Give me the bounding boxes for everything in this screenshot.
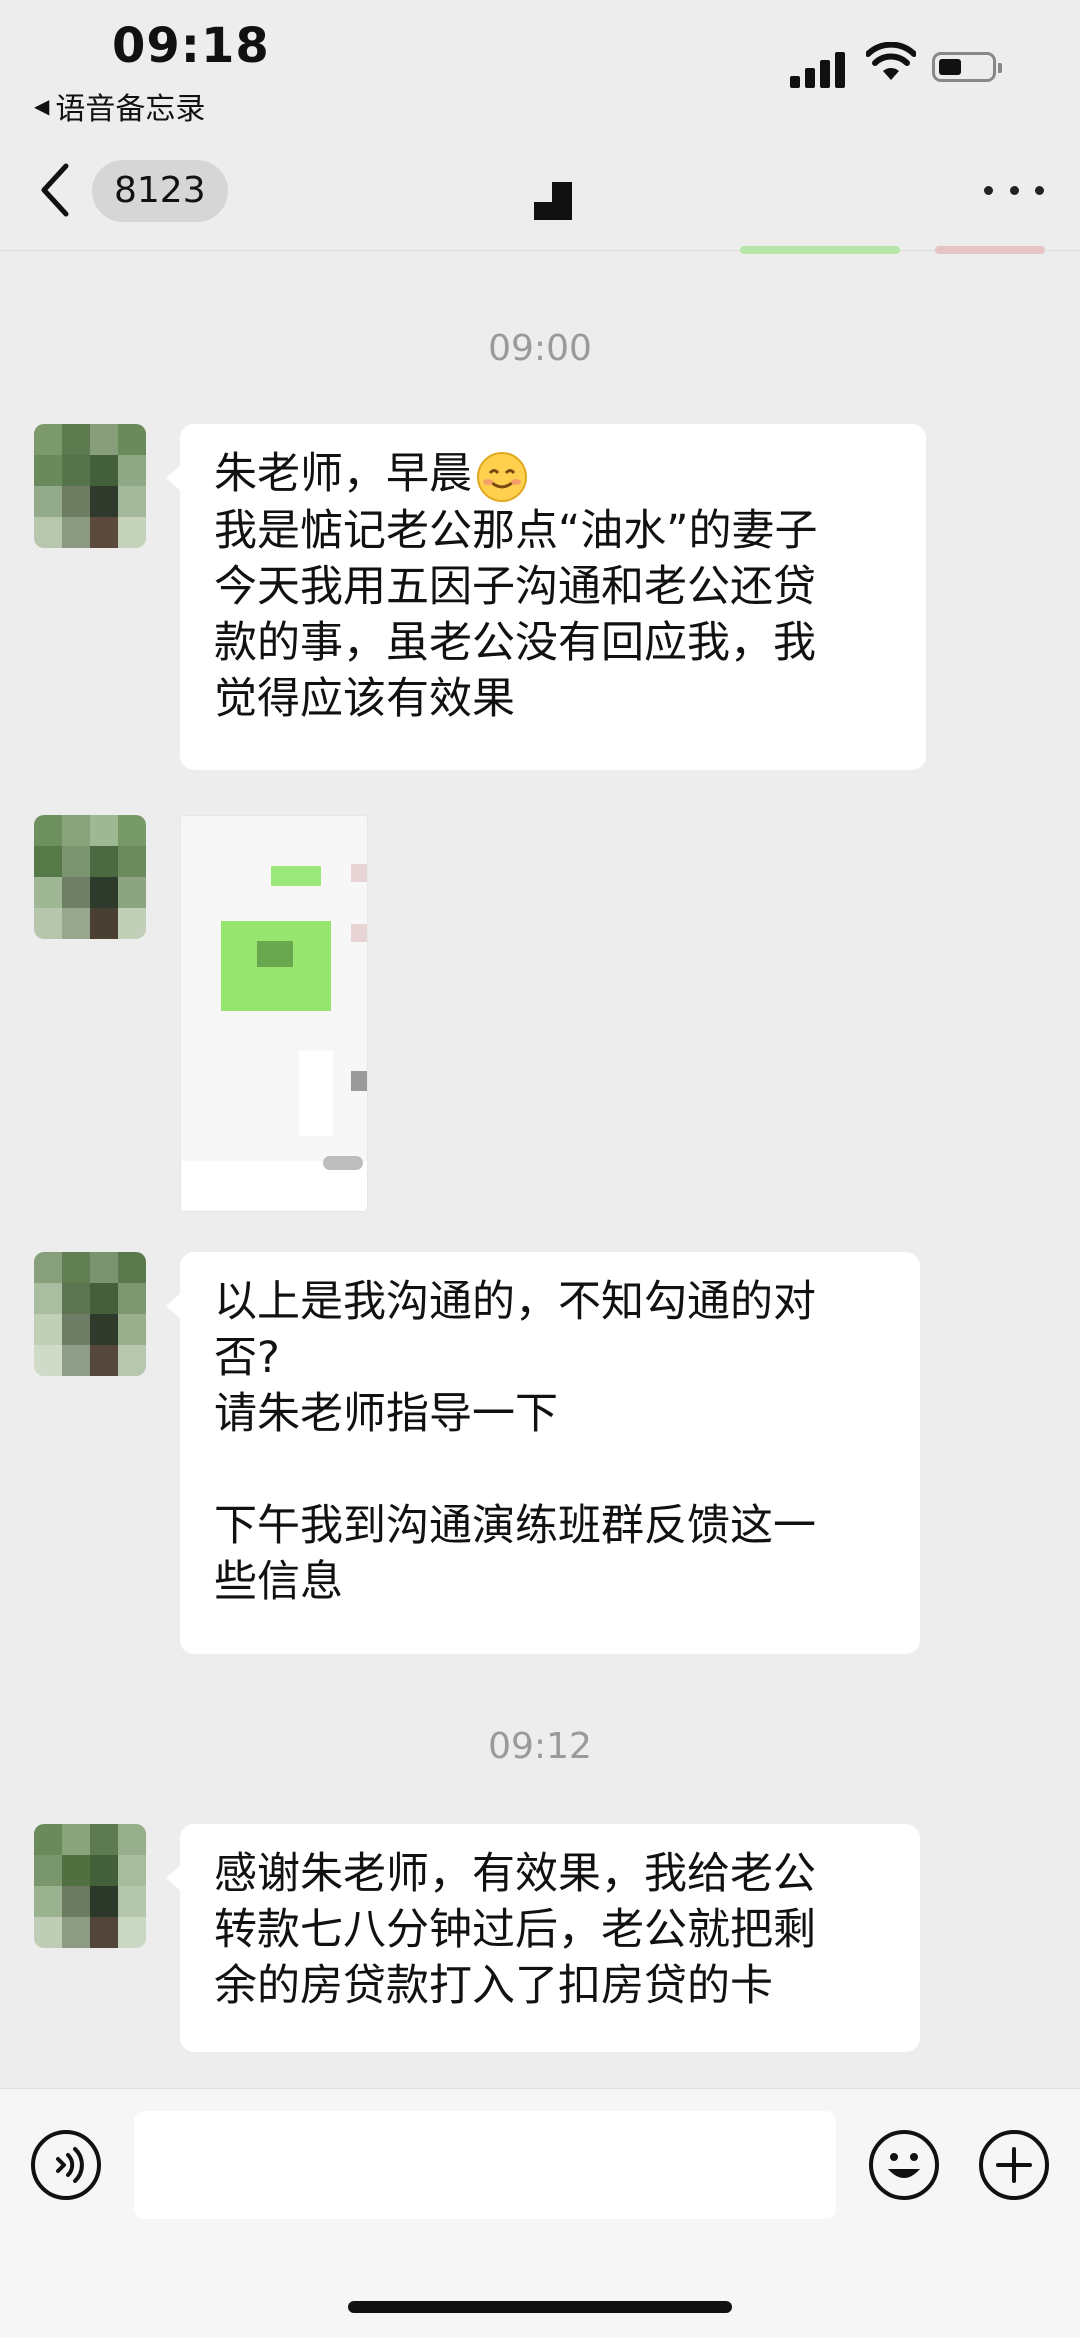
contact-avatar[interactable] [34,815,146,939]
message-line: 转款七八分钟过后，老公就把剩 [214,1905,816,1955]
message-line: 以上是我沟通的，不知勾通的对 [214,1277,816,1327]
message-line: 朱老师，早晨 [214,446,890,503]
message-bubble[interactable]: 朱老师，早晨 我是惦记老公那点“油水”的妻子 今天我用五因子沟通和老公还贷 款的… [166,424,926,770]
signal-icon [790,50,846,88]
clock: 09:18 [112,18,270,74]
message-line: 些信息 [214,1557,343,1607]
message-line: 今天我用五因子沟通和老公还贷 [214,561,816,612]
wifi-icon [866,42,916,80]
message-line: 款的事，虽老公没有回应我，我 [214,617,816,668]
back-triangle-icon: ◀ [34,94,50,118]
chat-header: 8123 [0,130,1080,251]
message-line: 请朱老师指导一下 [214,1389,558,1439]
back-chevron-icon[interactable] [36,160,76,220]
message-line: 我是惦记老公那点“油水”的妻子 [214,505,818,556]
contact-avatar[interactable] [34,424,146,548]
message-bubble[interactable]: 感谢朱老师，有效果，我给老公 转款七八分钟过后，老公就把剩 余的房贷款打入了扣房… [166,1824,920,2052]
message-line: 下午我到沟通演练班群反馈这一 [214,1501,816,1551]
contact-avatar[interactable] [34,1824,146,1948]
voice-icon[interactable] [30,2129,102,2201]
message-timestamp: 09:12 [488,1726,592,1767]
message-bubble[interactable]: 以上是我沟通的，不知勾通的对 否? 请朱老师指导一下 下午我到沟通演练班群反馈这… [166,1252,920,1654]
message-line: 余的房贷款打入了扣房贷的卡 [214,1961,773,2011]
image-message[interactable] [180,815,368,1212]
header-blur-strip [740,246,900,254]
unread-count-badge[interactable]: 8123 [92,160,228,222]
header-blur-strip [935,246,1045,254]
contact-avatar[interactable] [34,1252,146,1376]
more-icon[interactable] [984,180,1044,200]
emoji-icon[interactable] [868,2129,940,2201]
back-app-label: 语音备忘录 [55,92,206,127]
battery-icon [932,52,1002,82]
message-line: 感谢朱老师，有效果，我给老公 [214,1849,816,1899]
message-input[interactable] [134,2111,836,2219]
message-line: 觉得应该有效果 [214,673,515,724]
status-bar: 09:18 ◀ 语音备忘录 [0,0,1080,130]
message-timestamp: 09:00 [488,328,592,369]
home-indicator[interactable] [348,2301,732,2313]
smile-emoji-icon [477,451,527,502]
message-line: 否? [214,1333,280,1383]
plus-icon[interactable] [978,2129,1050,2201]
title-avatar-icon[interactable] [534,182,572,220]
back-to-app-link[interactable]: ◀ 语音备忘录 [34,84,205,128]
